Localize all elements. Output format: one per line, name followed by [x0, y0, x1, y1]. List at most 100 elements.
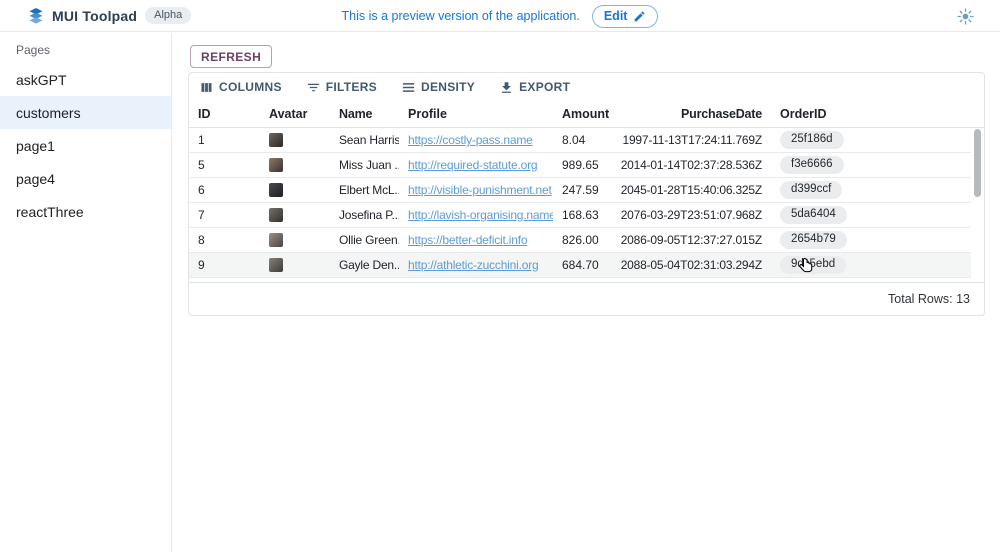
- sidebar-item-askgpt[interactable]: askGPT: [0, 63, 171, 96]
- cell-profile: http://lavish-organising.name: [399, 203, 553, 227]
- data-grid: COLUMNS FILTERS DENSITY EXPORT ID Avatar…: [188, 72, 985, 316]
- cell-amount: 247.59: [553, 178, 616, 202]
- order-id-chip[interactable]: d399ccf: [780, 181, 842, 199]
- refresh-button[interactable]: REFRESH: [190, 45, 272, 68]
- sidebar-item-page4[interactable]: page4: [0, 162, 171, 195]
- app-bar: MUI Toolpad Alpha This is a preview vers…: [0, 0, 1000, 32]
- grid-header-row: ID Avatar Name Profile Amount PurchaseDa…: [189, 101, 984, 128]
- density-rows-icon: [401, 80, 416, 95]
- cell-orderid: f3e6666: [771, 153, 971, 177]
- sidebar-item-customers[interactable]: customers: [0, 96, 171, 129]
- cell-orderid: 5da6404: [771, 203, 971, 227]
- edit-button[interactable]: Edit: [592, 5, 659, 28]
- view-columns-icon: [199, 80, 214, 95]
- order-id-chip[interactable]: 5da6404: [780, 206, 847, 224]
- columns-button-label: COLUMNS: [219, 80, 282, 94]
- cell-avatar: [260, 203, 330, 227]
- sidebar-section-label: Pages: [0, 33, 171, 63]
- profile-link[interactable]: http://required-statute.org: [408, 158, 537, 172]
- toolpad-logo-icon: [28, 7, 44, 24]
- cell-id: 5: [189, 153, 260, 177]
- table-row[interactable]: 6 Elbert McL... http://visible-punishmen…: [189, 178, 971, 203]
- profile-link[interactable]: http://visible-punishment.net: [408, 183, 552, 197]
- export-button-label: EXPORT: [519, 80, 570, 94]
- order-id-chip[interactable]: 9dc5ebd: [780, 256, 846, 274]
- cell-profile: http://required-statute.org: [399, 153, 553, 177]
- cell-purchasedate: 2014-01-14T02:37:28.536Z: [616, 153, 771, 177]
- cell-name: Sean Harris: [330, 128, 399, 152]
- cell-id: 7: [189, 203, 260, 227]
- cell-name: Elbert McL...: [330, 178, 399, 202]
- order-id-chip[interactable]: 2654b79: [780, 231, 847, 249]
- sidebar-item-reactthree[interactable]: reactThree: [0, 195, 171, 228]
- cell-avatar: [260, 128, 330, 152]
- cell-name: Gayle Den...: [330, 253, 399, 277]
- cell-id: 9: [189, 253, 260, 277]
- filter-list-icon: [306, 80, 321, 95]
- profile-link[interactable]: http://athletic-zucchini.org: [408, 258, 538, 272]
- edit-button-label: Edit: [604, 9, 628, 23]
- cell-orderid: 2654b79: [771, 228, 971, 252]
- sun-icon: [957, 8, 974, 25]
- cell-orderid: d399ccf: [771, 178, 971, 202]
- filters-button[interactable]: FILTERS: [306, 80, 377, 95]
- cell-amount: 168.63: [553, 203, 616, 227]
- cell-purchasedate: 2088-05-04T02:31:03.294Z: [616, 253, 771, 277]
- total-rows-label: Total Rows: 13: [888, 292, 970, 306]
- column-header-id[interactable]: ID: [189, 101, 260, 127]
- avatar: [269, 133, 283, 147]
- export-button[interactable]: EXPORT: [499, 80, 570, 95]
- app-title: MUI Toolpad: [52, 8, 137, 24]
- avatar: [269, 158, 283, 172]
- avatar: [269, 233, 283, 247]
- column-header-amount[interactable]: Amount: [553, 101, 616, 127]
- avatar: [269, 208, 283, 222]
- cell-amount: 989.65: [553, 153, 616, 177]
- density-button-label: DENSITY: [421, 80, 475, 94]
- cell-id: 1: [189, 128, 260, 152]
- order-id-chip[interactable]: 25f186d: [780, 131, 844, 149]
- cell-amount: 826.00: [553, 228, 616, 252]
- pencil-icon: [633, 10, 646, 23]
- column-header-purchasedate[interactable]: PurchaseDate: [616, 101, 771, 127]
- preview-notice: This is a preview version of the applica…: [342, 9, 580, 23]
- column-header-orderid[interactable]: OrderID: [771, 101, 984, 127]
- columns-button[interactable]: COLUMNS: [199, 80, 282, 95]
- cell-profile: http://visible-punishment.net: [399, 178, 553, 202]
- cell-avatar: [260, 178, 330, 202]
- grid-toolbar: COLUMNS FILTERS DENSITY EXPORT: [189, 73, 984, 101]
- table-row[interactable]: 1 Sean Harris https://costly-pass.name 8…: [189, 128, 971, 153]
- density-button[interactable]: DENSITY: [401, 80, 475, 95]
- theme-toggle-button[interactable]: [954, 5, 976, 27]
- column-header-name[interactable]: Name: [330, 101, 399, 127]
- download-icon: [499, 80, 514, 95]
- cell-name: Ollie Green...: [330, 228, 399, 252]
- vertical-scrollbar[interactable]: [974, 129, 981, 197]
- grid-footer: Total Rows: 13: [189, 282, 984, 315]
- cell-purchasedate: 2076-03-29T23:51:07.968Z: [616, 203, 771, 227]
- avatar: [269, 258, 283, 272]
- grid-rows: 1 Sean Harris https://costly-pass.name 8…: [189, 128, 971, 278]
- cell-avatar: [260, 228, 330, 252]
- table-row[interactable]: 7 Josefina P... http://lavish-organising…: [189, 203, 971, 228]
- table-row[interactable]: 5 Miss Juan ... http://required-statute.…: [189, 153, 971, 178]
- profile-link[interactable]: https://costly-pass.name: [408, 133, 533, 147]
- cell-amount: 684.70: [553, 253, 616, 277]
- cell-purchasedate: 2045-01-28T15:40:06.325Z: [616, 178, 771, 202]
- profile-link[interactable]: http://lavish-organising.name: [408, 208, 553, 222]
- column-header-profile[interactable]: Profile: [399, 101, 553, 127]
- cell-purchasedate: 1997-11-13T17:24:11.769Z: [616, 128, 771, 152]
- brand: MUI Toolpad Alpha: [0, 7, 191, 24]
- cell-amount: 8.04: [553, 128, 616, 152]
- avatar: [269, 183, 283, 197]
- cell-avatar: [260, 153, 330, 177]
- table-row[interactable]: 9 Gayle Den... http://athletic-zucchini.…: [189, 253, 971, 278]
- table-row[interactable]: 8 Ollie Green... https://better-deficit.…: [189, 228, 971, 253]
- sidebar-item-page1[interactable]: page1: [0, 129, 171, 162]
- order-id-chip[interactable]: f3e6666: [780, 156, 844, 174]
- alpha-badge: Alpha: [145, 7, 191, 24]
- profile-link[interactable]: https://better-deficit.info: [408, 233, 527, 247]
- cell-purchasedate: 2086-09-05T12:37:27.015Z: [616, 228, 771, 252]
- column-header-avatar[interactable]: Avatar: [260, 101, 330, 127]
- filters-button-label: FILTERS: [326, 80, 377, 94]
